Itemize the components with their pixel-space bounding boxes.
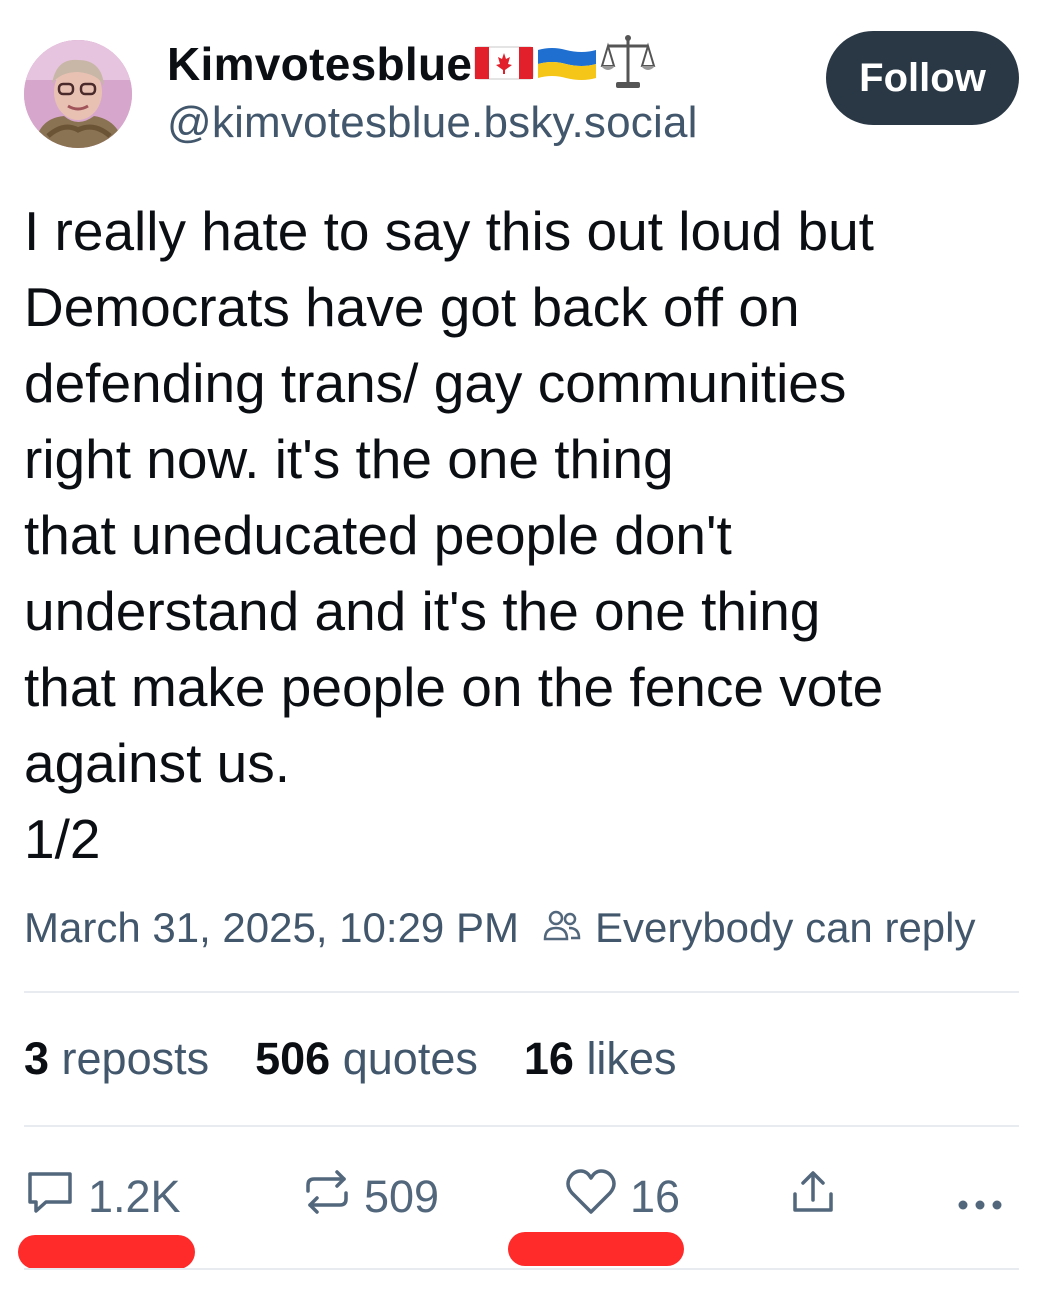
divider [24, 991, 1019, 993]
likes-stat[interactable]: 16 likes [524, 1033, 677, 1085]
avatar-image [24, 40, 132, 148]
author-handle[interactable]: @kimvotesblue.bsky.social [167, 98, 698, 148]
share-button[interactable] [790, 1165, 848, 1229]
post-text-line: against us. [24, 732, 291, 794]
post-meta: March 31, 2025, 10:29 PM Everybody can r… [24, 904, 976, 952]
red-highlight-mark [18, 1235, 195, 1269]
avatar[interactable] [24, 40, 132, 148]
heart-icon [564, 1168, 630, 1227]
like-button[interactable]: 16 [564, 1165, 680, 1229]
display-name[interactable]: Kimvotesblue [167, 37, 472, 91]
people-icon [543, 904, 595, 952]
post-text-line: Democrats have got back off on [24, 276, 800, 338]
reply-button[interactable]: 1.2K [24, 1165, 181, 1229]
post-timestamp[interactable]: March 31, 2025, 10:29 PM [24, 904, 519, 952]
post-text-line: defending trans/ gay communities [24, 352, 847, 414]
post-actions: 1.2K 509 16 [24, 1165, 1019, 1229]
display-name-row: Kimvotesblue [167, 34, 698, 92]
canada-flag-icon [474, 44, 534, 85]
post-text-line: understand and it's the one thing [24, 580, 821, 642]
more-options-button[interactable] [956, 1165, 1016, 1229]
divider [24, 1268, 1019, 1270]
post-text: I really hate to say this out loud but D… [24, 193, 1034, 877]
post-text-line: I really hate to say this out loud but [24, 200, 874, 262]
post-stats: 3 reposts 506 quotes 16 likes [24, 1033, 722, 1085]
reposts-count: 3 [24, 1033, 50, 1084]
post-text-line: 1/2 [24, 808, 101, 870]
reposts-label: reposts [61, 1033, 210, 1084]
likes-label: likes [586, 1033, 677, 1084]
balance-scale-icon [600, 32, 656, 97]
post-text-line: that uneducated people don't [24, 504, 732, 566]
like-count: 16 [630, 1171, 681, 1222]
follow-button[interactable]: Follow [826, 31, 1019, 125]
share-icon [790, 1168, 848, 1227]
repost-button[interactable]: 509 [302, 1165, 439, 1229]
repost-count: 509 [364, 1171, 440, 1222]
reply-icon [24, 1168, 88, 1227]
likes-count: 16 [523, 1033, 574, 1084]
reply-setting: Everybody can reply [543, 904, 976, 952]
divider [24, 1125, 1019, 1127]
reposts-stat[interactable]: 3 reposts [24, 1033, 209, 1085]
quotes-stat[interactable]: 506 quotes [255, 1033, 478, 1085]
more-icon [956, 1171, 1016, 1223]
red-highlight-mark [508, 1232, 684, 1266]
reply-count: 1.2K [88, 1171, 181, 1222]
ukraine-flag-icon [536, 44, 598, 85]
repost-icon [302, 1169, 364, 1226]
reply-setting-label: Everybody can reply [594, 904, 976, 951]
quotes-count: 506 [255, 1033, 331, 1084]
post-text-line: that make people on the fence vote [24, 656, 884, 718]
post-author: Kimvotesblue @kimvotesblue.bsky.social [167, 34, 698, 148]
quotes-label: quotes [342, 1033, 478, 1084]
post-text-line: right now. it's the one thing [24, 428, 674, 490]
